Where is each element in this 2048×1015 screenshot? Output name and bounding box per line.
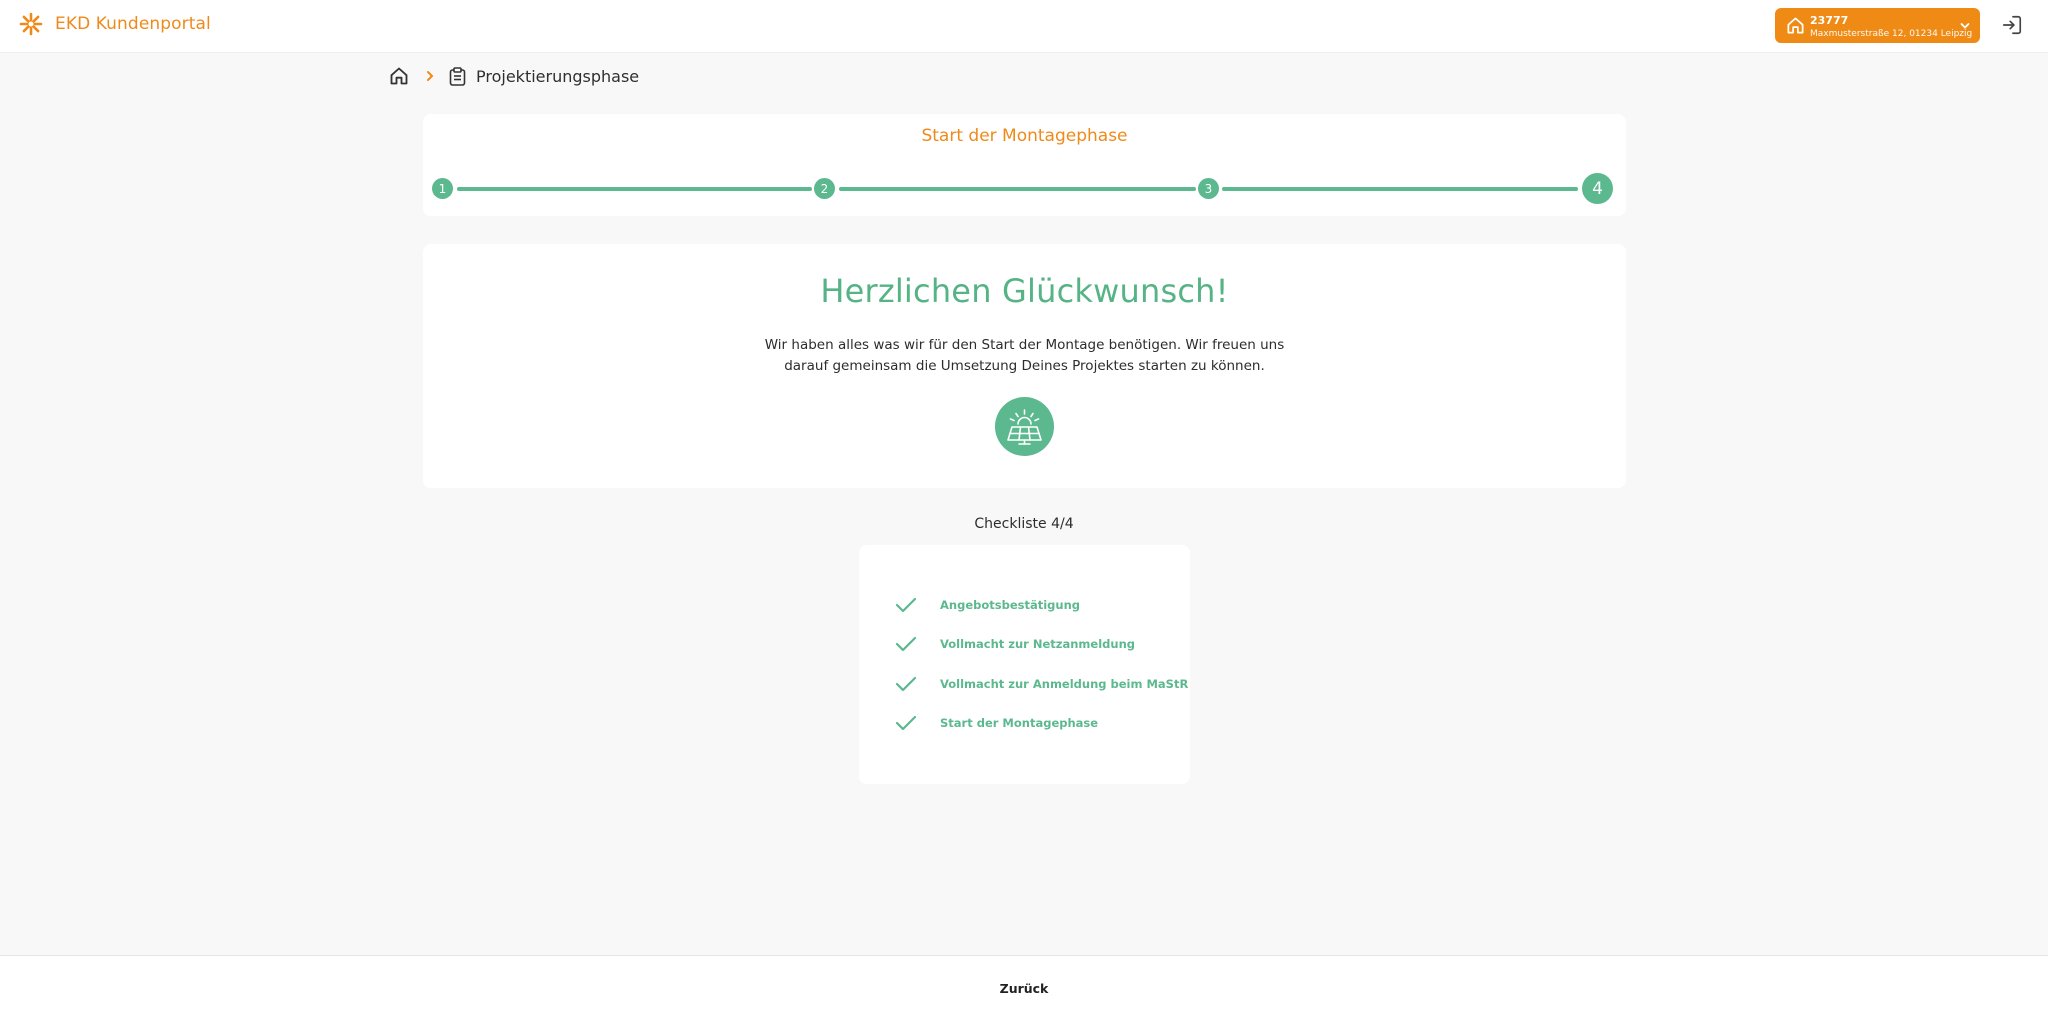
congratulations-card: Herzlichen Glückwunsch! Wir haben alles … (423, 244, 1626, 488)
top-header: EKD Kundenportal 23777 Maxmusterstraße 1… (0, 0, 2048, 53)
check-icon (895, 636, 917, 652)
step-4-active[interactable]: 4 (1582, 173, 1613, 204)
chevron-down-icon (1960, 23, 1970, 29)
solar-panel-icon (995, 397, 1054, 456)
phase-stepper-card: Start der Montagephase 1 2 3 4 (423, 114, 1626, 216)
checklist-item: Vollmacht zur Anmeldung beim MaStR (895, 674, 1188, 694)
checklist-card: Angebotsbestätigung Vollmacht zur Netzan… (859, 545, 1190, 784)
app-logo[interactable]: EKD Kundenportal (19, 12, 211, 36)
address-line: Maxmusterstraße 12, 01234 Leipzig (1810, 29, 1973, 39)
checklist-heading: Checkliste 4/4 (974, 516, 1074, 532)
step-connector (839, 187, 1196, 191)
check-icon (895, 597, 917, 613)
sun-logo-icon (19, 12, 43, 36)
address-selector[interactable]: 23777 Maxmusterstraße 12, 01234 Leipzig (1775, 8, 1980, 43)
clipboard-icon (449, 66, 466, 86)
checklist-item: Vollmacht zur Netzanmeldung (895, 634, 1135, 654)
breadcrumb: Projektierungsphase (389, 64, 639, 88)
checklist-item-label: Vollmacht zur Netzanmeldung (940, 637, 1135, 651)
home-icon (1787, 17, 1804, 34)
checklist-item: Angebotsbestätigung (895, 595, 1080, 615)
chevron-right-icon (427, 71, 434, 81)
step-1[interactable]: 1 (432, 178, 453, 199)
footer-bar: Zurück (0, 955, 2048, 1015)
app-title: EKD Kundenportal (55, 14, 211, 34)
congratulations-text: Wir haben alles was wir für den Start de… (763, 335, 1286, 377)
congratulations-title: Herzlichen Glückwunsch! (820, 272, 1229, 310)
step-3[interactable]: 3 (1198, 178, 1219, 199)
logout-icon[interactable] (2001, 14, 2023, 36)
checklist-item-label: Vollmacht zur Anmeldung beim MaStR (940, 677, 1189, 691)
checklist-item-label: Start der Montagephase (940, 716, 1099, 730)
congratulations-text-line-2: darauf gemeinsam die Umsetzung Deines Pr… (784, 358, 1265, 374)
phase-title: Start der Montagephase (921, 126, 1128, 146)
back-button[interactable]: Zurück (974, 976, 1074, 1000)
breadcrumb-current: Projektierungsphase (476, 66, 640, 86)
congratulations-text-line-1: Wir haben alles was wir für den Start de… (764, 337, 1285, 353)
checklist-item: Start der Montagephase (895, 713, 1098, 733)
check-icon (895, 715, 917, 731)
step-2[interactable]: 2 (814, 178, 835, 199)
checklist-item-label: Angebotsbestätigung (940, 598, 1081, 612)
step-connector (457, 187, 812, 191)
step-connector (1222, 187, 1578, 191)
check-icon (895, 676, 917, 692)
home-icon[interactable] (389, 66, 409, 86)
address-id: 23777 (1810, 14, 1849, 27)
